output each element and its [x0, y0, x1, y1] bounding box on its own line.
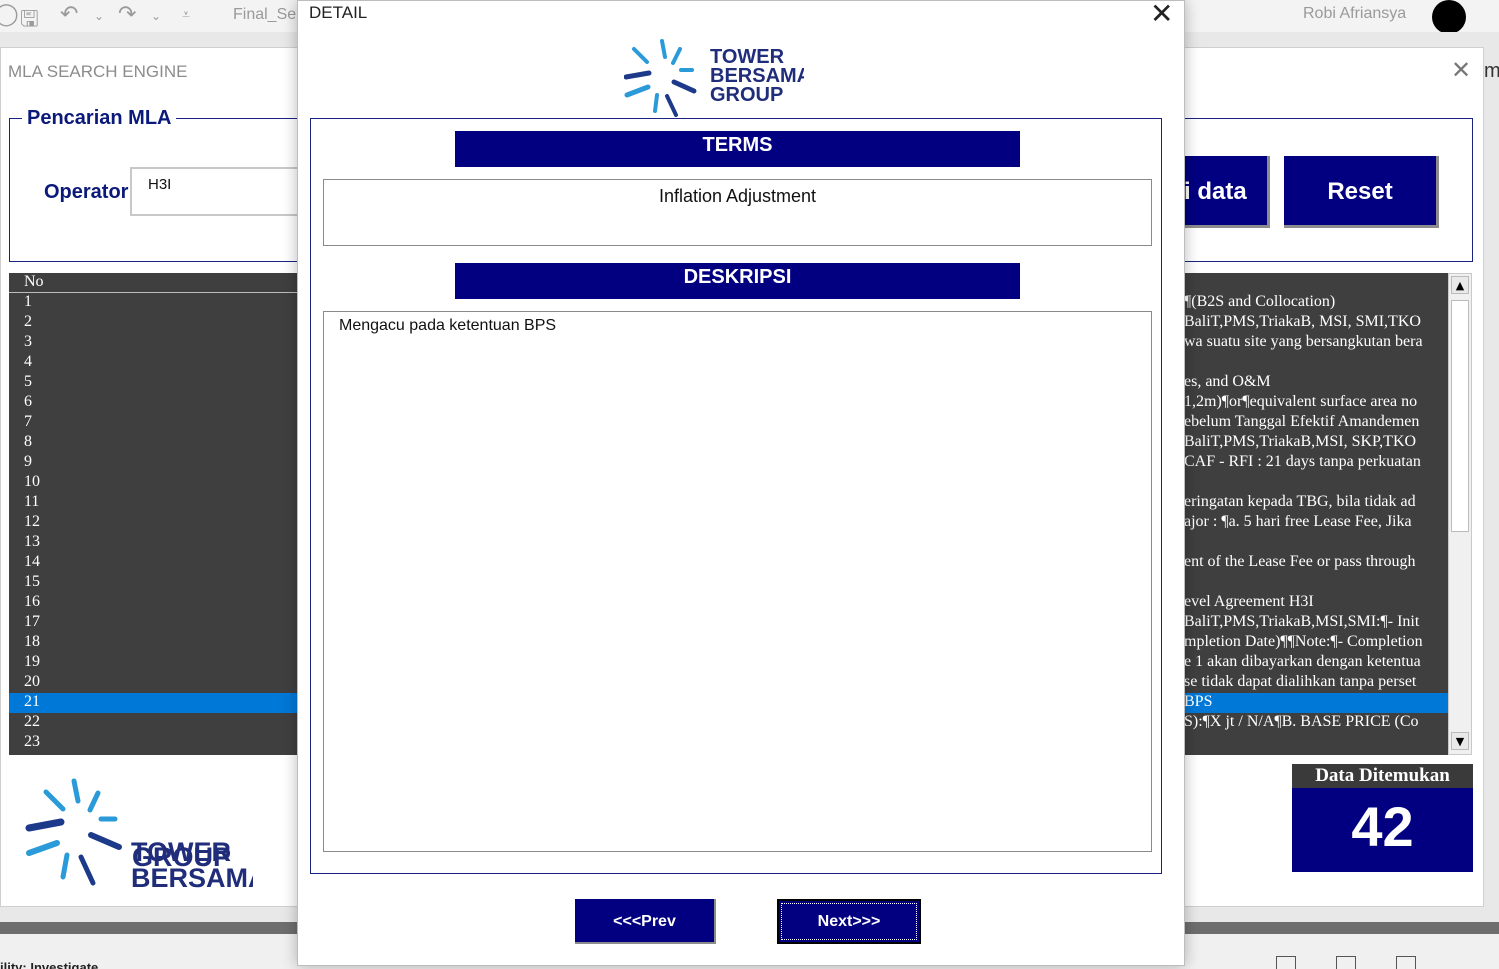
list-item[interactable]: 14 — [9, 553, 301, 573]
group-title: Pencarian MLA — [22, 107, 177, 130]
dialog-title: DETAIL — [309, 3, 368, 22]
result-row[interactable]: BaliT,PMS,TriakaB,MSI, SKP,TKO — [1184, 433, 1448, 453]
avatar[interactable] — [1432, 0, 1466, 34]
close-icon[interactable]: ✕ — [1451, 56, 1471, 84]
list-item[interactable]: 1 — [9, 293, 301, 313]
logo-line3: GROUP — [710, 84, 783, 106]
operator-input[interactable]: H3I — [130, 167, 310, 216]
scroll-thumb[interactable] — [1451, 300, 1469, 532]
search-data-label: i data — [1184, 178, 1247, 205]
scroll-up-icon[interactable]: ▲ — [1451, 276, 1469, 294]
list-item[interactable]: 2 — [9, 313, 301, 333]
list-item[interactable]: 6 — [9, 393, 301, 413]
next-button[interactable]: Next>>> — [777, 899, 921, 944]
result-row[interactable]: S):¶X jt / N/A¶B. BASE PRICE (Co — [1184, 713, 1448, 733]
description-value[interactable]: Mengacu pada ketentuan BPS — [323, 311, 1152, 852]
list-item[interactable]: 17 — [9, 613, 301, 633]
normal-view-icon[interactable] — [1276, 956, 1296, 969]
results-scrollbar[interactable]: ▲ ▼ — [1448, 273, 1472, 755]
list-item[interactable]: 3 — [9, 333, 301, 353]
logo-burst-icon — [624, 39, 697, 117]
prev-button[interactable]: <<<Prev — [575, 899, 716, 944]
terms-value: Inflation Adjustment — [323, 179, 1152, 246]
result-row[interactable]: eringatan kepada TBG, bila tidak ad — [1184, 493, 1448, 513]
result-row[interactable]: wa suatu site yang bersangkutan bera — [1184, 333, 1448, 353]
list-item[interactable]: 16 — [9, 593, 301, 613]
result-row[interactable]: e 1 akan dibayarkan dengan ketentua — [1184, 653, 1448, 673]
list-item[interactable]: 22 — [9, 713, 301, 733]
result-row[interactable]: mpletion Date)¶¶Note:¶- Completion — [1184, 633, 1448, 653]
list-item[interactable]: 19 — [9, 653, 301, 673]
user-name: Robi Afriansya — [1303, 5, 1407, 22]
result-row[interactable]: BPS — [1184, 693, 1448, 713]
list-item[interactable]: 11 — [9, 493, 301, 513]
list-item[interactable]: 8 — [9, 433, 301, 453]
result-row[interactable]: ¶(B2S and Collocation) — [1184, 293, 1448, 313]
result-row[interactable] — [1184, 473, 1448, 493]
results-list[interactable]: ¶(B2S and Collocation) BaliT,PMS,TriakaB,… — [1184, 273, 1448, 755]
list-item[interactable]: 12 — [9, 513, 301, 533]
customize-toolbar-icon[interactable]: ⩡ — [182, 7, 190, 23]
data-found-box: Data Ditemukan 42 — [1292, 764, 1473, 872]
description-header: DESKRIPSI — [455, 263, 1020, 299]
list-item[interactable]: 9 — [9, 453, 301, 473]
result-row[interactable]: ebelum Tanggal Efektif Amandemen — [1184, 413, 1448, 433]
result-row[interactable]: ent of the Lease Fee or pass through — [1184, 553, 1448, 573]
operator-label: Operator — [44, 181, 129, 203]
list-item[interactable]: 18 — [9, 633, 301, 653]
result-row[interactable] — [1184, 573, 1448, 593]
side-peek-text: m — [1484, 60, 1499, 82]
list-item[interactable]: 15 — [9, 573, 301, 593]
list-item[interactable]: 4 — [9, 353, 301, 373]
list-item[interactable]: 10 — [9, 473, 301, 493]
result-row[interactable]: BaliT,PMS,TriakaB, MSI, SMI,TKO — [1184, 313, 1448, 333]
number-list[interactable]: No 1 2 3 4 5 6 7 8 9 10 11 12 13 14 15 16 17 18 19 20 21 22 23 — [9, 273, 301, 755]
result-row[interactable]: es, and O&M — [1184, 373, 1448, 393]
list-item[interactable]: 7 — [9, 413, 301, 433]
terms-header: TERMS — [455, 131, 1020, 167]
undo-icon[interactable]: ↶ — [60, 2, 78, 27]
reset-button[interactable]: Reset — [1284, 156, 1439, 228]
result-row[interactable] — [1184, 353, 1448, 373]
result-row[interactable]: CAF - RFI : 21 days tanpa perkuatan — [1184, 453, 1448, 473]
list-item[interactable]: 21 — [9, 693, 301, 713]
page-break-icon[interactable] — [1396, 956, 1416, 969]
accessibility-status[interactable]: ility: Investigate — [0, 960, 98, 969]
logo-burst-icon — [25, 778, 122, 886]
detail-dialog: DETAIL ✕ TOWER BERSAMA GROUP TERMS Infla… — [297, 0, 1185, 966]
result-row[interactable]: se tidak dapat dialihkan tanpa perset — [1184, 673, 1448, 693]
logo-line3: GROUP — [132, 842, 232, 872]
redo-icon[interactable]: ↷ — [118, 2, 136, 27]
result-row[interactable] — [1184, 533, 1448, 553]
list-item[interactable]: 20 — [9, 673, 301, 693]
list-item[interactable]: 13 — [9, 533, 301, 553]
reset-label: Reset — [1327, 178, 1393, 205]
scroll-down-icon[interactable]: ▼ — [1451, 732, 1469, 750]
data-found-label: Data Ditemukan — [1292, 764, 1473, 788]
redo-dropdown-icon[interactable]: ⌄ — [151, 9, 161, 23]
list-header: No — [9, 273, 301, 293]
result-row[interactable]: evel Agreement H3I — [1184, 593, 1448, 613]
list-item[interactable]: 23 — [9, 733, 301, 753]
tower-bersama-logo: TOWER BERSAMA GROUP — [624, 39, 804, 117]
list-item[interactable]: 5 — [9, 373, 301, 393]
file-name: Final_Se — [233, 6, 297, 23]
page-layout-icon[interactable] — [1336, 956, 1356, 969]
result-row[interactable]: ajor : ¶a. 5 hari free Lease Fee, Jika — [1184, 513, 1448, 533]
result-row[interactable]: BaliT,PMS,TriakaB,MSI,SMI:¶- Init — [1184, 613, 1448, 633]
undo-dropdown-icon[interactable]: ⌄ — [94, 9, 104, 23]
close-icon[interactable]: ✕ — [1150, 0, 1173, 30]
result-row[interactable] — [1184, 273, 1448, 293]
window-title: MLA SEARCH ENGINE — [8, 62, 188, 81]
data-found-count: 42 — [1351, 795, 1414, 858]
search-data-button[interactable]: i data — [1184, 156, 1270, 228]
tower-bersama-logo: TOWER BERSAMA — [25, 778, 253, 893]
result-row[interactable]: 1,2m)¶or¶equivalent surface area no — [1184, 393, 1448, 413]
circle-icon[interactable]: ◯ — [0, 2, 19, 27]
